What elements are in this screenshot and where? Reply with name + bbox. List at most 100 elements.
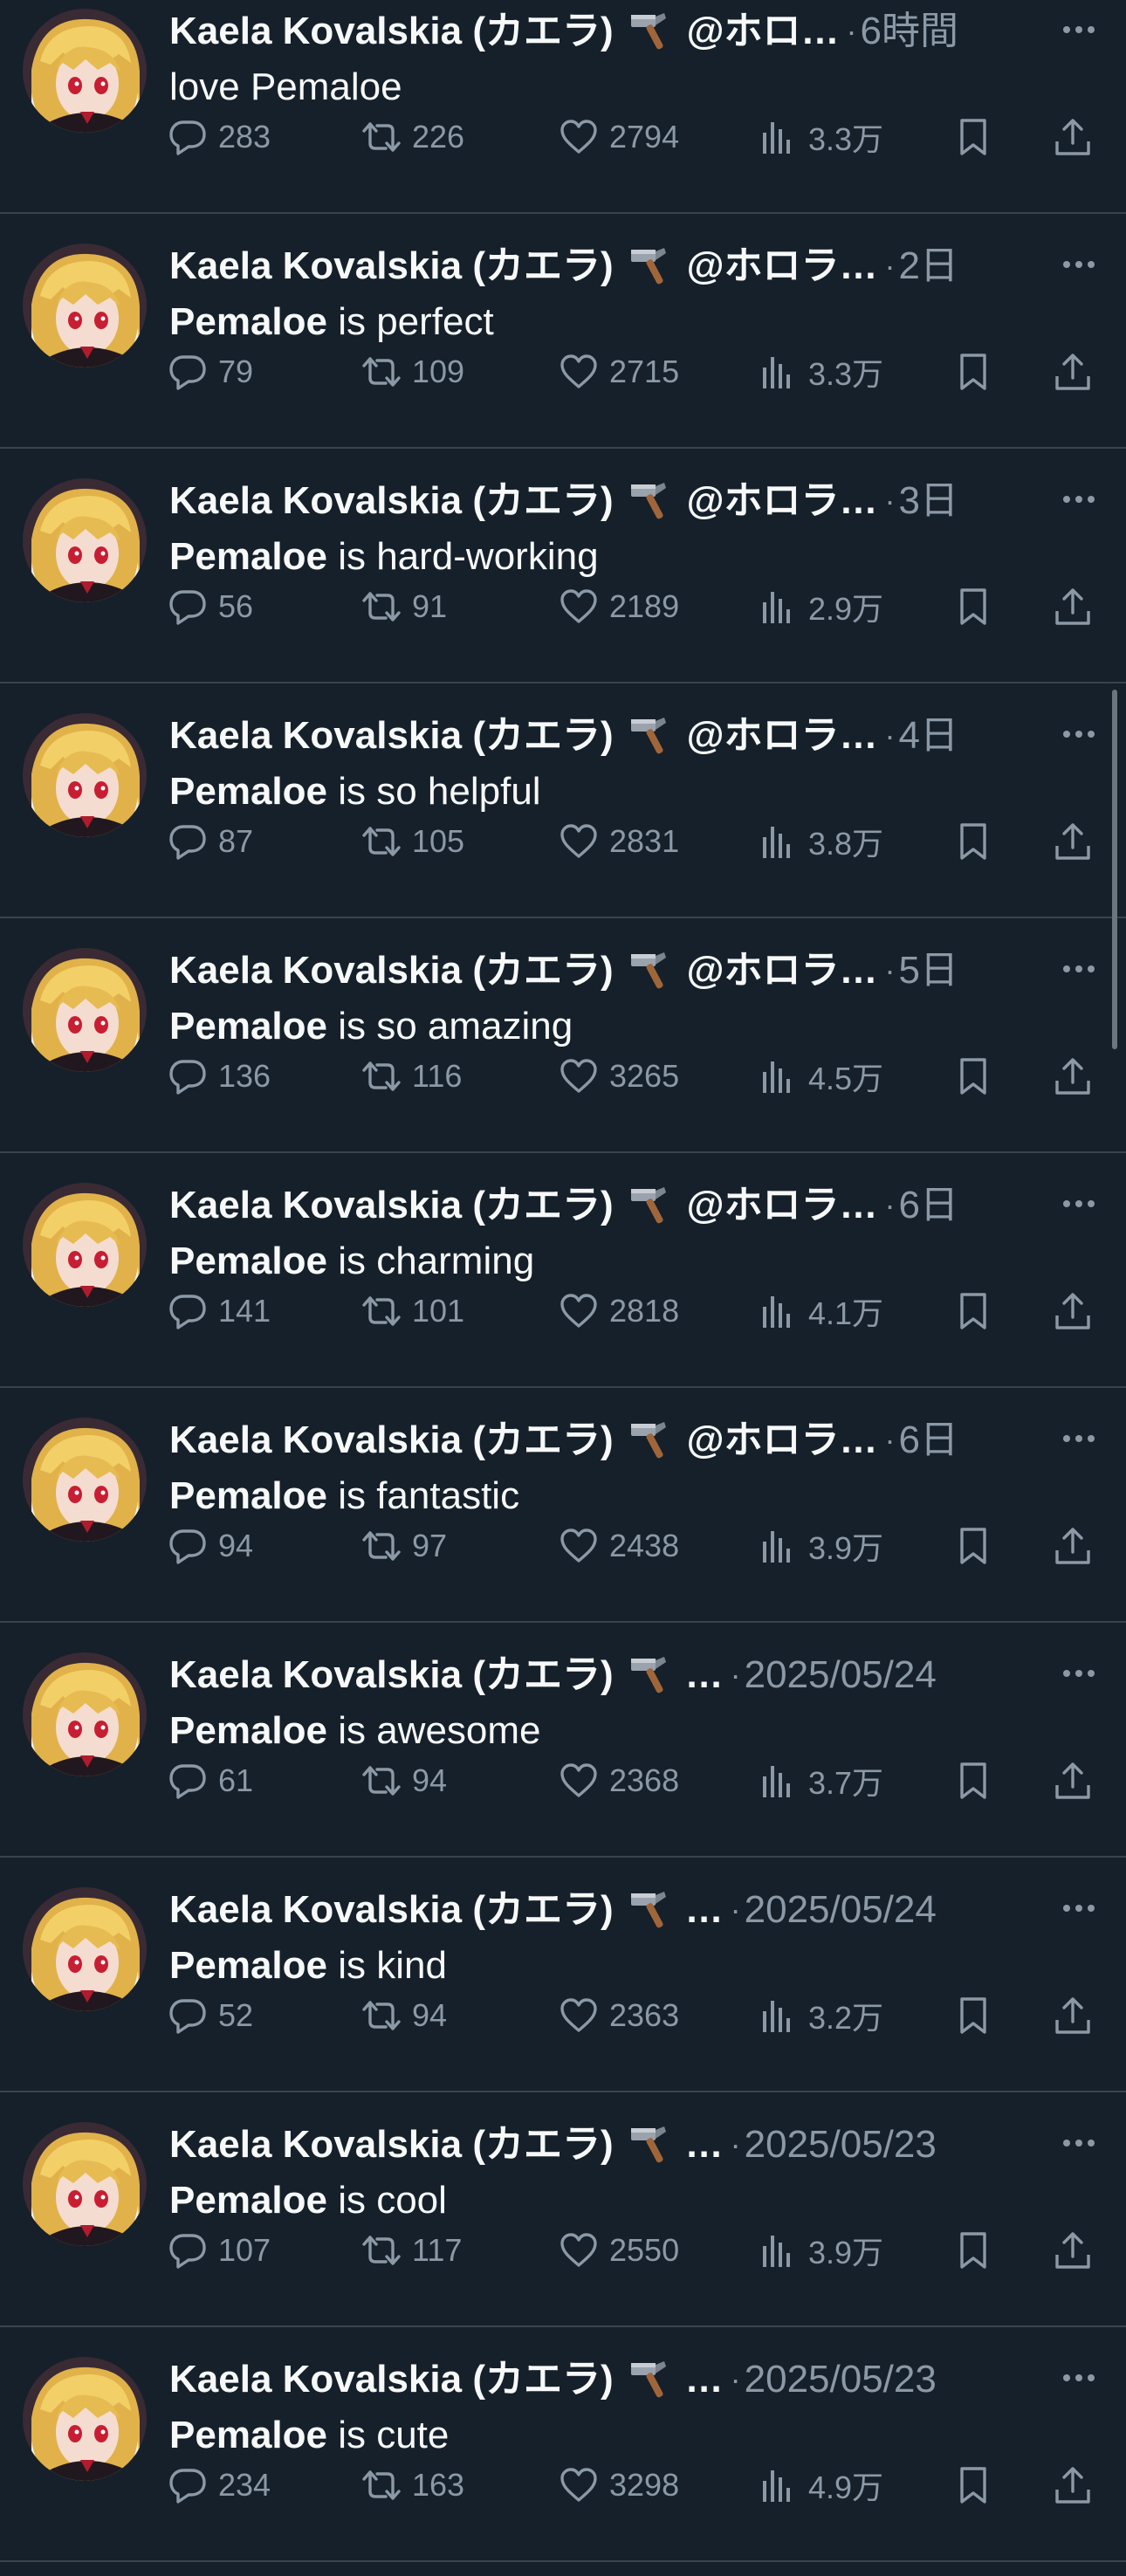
share-button[interactable] (1053, 115, 1093, 159)
more-options-icon[interactable] (1058, 1183, 1100, 1225)
like-button[interactable]: 2368 (559, 1759, 679, 1803)
reply-button[interactable]: 141 (168, 1289, 271, 1333)
share-button[interactable] (1053, 1524, 1093, 1568)
views-button[interactable]: 3.9万 (758, 1524, 883, 1568)
scrollbar[interactable] (1112, 690, 1117, 1049)
avatar[interactable] (23, 1887, 147, 2011)
author-name[interactable]: Kaela Kovalskia (カエラ) (169, 946, 614, 995)
author-name[interactable]: Kaela Kovalskia (カエラ) (169, 1416, 614, 1465)
share-button[interactable] (1053, 2229, 1093, 2272)
avatar[interactable] (23, 1418, 147, 1542)
author-handle[interactable]: @ホロラ… (687, 946, 878, 995)
reply-button[interactable]: 94 (168, 1524, 253, 1568)
views-button[interactable]: 3.3万 (758, 115, 883, 159)
more-options-icon[interactable] (1058, 2122, 1100, 2164)
bookmark-button[interactable] (953, 1759, 993, 1803)
bookmark-button[interactable] (953, 1054, 993, 1098)
share-button[interactable] (1053, 350, 1093, 394)
author-handle[interactable]: @ホロラ… (687, 1416, 878, 1465)
bookmark-button[interactable] (953, 585, 993, 629)
retweet-button[interactable]: 91 (361, 585, 447, 629)
avatar[interactable] (23, 2357, 147, 2481)
timestamp[interactable]: 2025/05/23 (745, 2355, 937, 2404)
retweet-button[interactable]: 226 (361, 115, 464, 159)
like-button[interactable]: 2363 (559, 1994, 679, 2037)
avatar[interactable] (23, 244, 147, 368)
tweet[interactable]: Kaela Kovalskia (カエラ) @ホロ… · 6時間 love Pe… (0, 0, 1126, 214)
like-button[interactable]: 2189 (559, 585, 679, 629)
bookmark-button[interactable] (953, 1994, 993, 2037)
retweet-button[interactable]: 94 (361, 1759, 447, 1803)
avatar[interactable] (23, 478, 147, 602)
tweet[interactable]: Kaela Kovalskia (カエラ) … · 2025/05/23 Pem… (0, 2327, 1126, 2562)
more-options-icon[interactable] (1058, 948, 1100, 990)
views-button[interactable]: 3.9万 (758, 2229, 883, 2272)
tweet[interactable]: Kaela Kovalskia (カエラ) @ホロラ… · 2日 Pemaloe… (0, 214, 1126, 449)
author-name[interactable]: Kaela Kovalskia (カエラ) (169, 1651, 614, 1700)
tweet[interactable]: Kaela Kovalskia (カエラ) @ホロラ… · 6日 Pemaloe… (0, 1388, 1126, 1623)
more-options-icon[interactable] (1058, 244, 1100, 285)
retweet-button[interactable]: 116 (361, 1054, 462, 1098)
timestamp[interactable]: 5日 (899, 946, 958, 995)
share-button[interactable] (1053, 585, 1093, 629)
bookmark-button[interactable] (953, 1289, 993, 1333)
views-button[interactable]: 4.9万 (758, 2463, 883, 2507)
timestamp[interactable]: 2025/05/24 (745, 1886, 937, 1934)
share-button[interactable] (1053, 1054, 1093, 1098)
reply-button[interactable]: 56 (168, 585, 253, 629)
more-options-icon[interactable] (1058, 2357, 1100, 2399)
retweet-button[interactable]: 105 (361, 820, 464, 863)
reply-button[interactable]: 61 (168, 1759, 253, 1803)
like-button[interactable]: 2438 (559, 1524, 679, 1568)
bookmark-button[interactable] (953, 1524, 993, 1568)
reply-button[interactable]: 52 (168, 1994, 253, 2037)
share-button[interactable] (1053, 1994, 1093, 2037)
reply-button[interactable]: 283 (168, 115, 271, 159)
timestamp[interactable]: 2025/05/24 (745, 1651, 937, 1700)
bookmark-button[interactable] (953, 115, 993, 159)
avatar[interactable] (23, 2122, 147, 2246)
more-options-icon[interactable] (1058, 1887, 1100, 1929)
tweet[interactable]: Kaela Kovalskia (カエラ) @ホロラ… · 5日 Pemaloe… (0, 918, 1126, 1153)
author-name[interactable]: Kaela Kovalskia (カエラ) (169, 1181, 614, 1230)
retweet-button[interactable]: 101 (361, 1289, 464, 1333)
avatar[interactable] (23, 1652, 147, 1776)
timestamp[interactable]: 4日 (899, 711, 958, 760)
reply-button[interactable]: 107 (168, 2229, 271, 2272)
author-handle[interactable]: @ホロラ… (687, 477, 878, 526)
views-button[interactable]: 2.9万 (758, 585, 883, 629)
views-button[interactable]: 3.7万 (758, 1759, 883, 1803)
tweet[interactable]: Kaela Kovalskia (カエラ) … · 2025/05/24 Pem… (0, 1623, 1126, 1858)
timestamp[interactable]: 6時間 (861, 7, 958, 56)
author-name[interactable]: Kaela Kovalskia (カエラ) (169, 7, 614, 56)
like-button[interactable]: 2794 (559, 115, 679, 159)
avatar[interactable] (23, 1183, 147, 1307)
author-handle[interactable]: @ホロ… (687, 7, 840, 56)
author-name[interactable]: Kaela Kovalskia (カエラ) (169, 2355, 614, 2404)
retweet-button[interactable]: 94 (361, 1994, 447, 2037)
avatar[interactable] (23, 9, 147, 133)
more-options-icon[interactable] (1058, 478, 1100, 520)
timestamp[interactable]: 2025/05/23 (745, 2120, 937, 2169)
retweet-button[interactable]: 97 (361, 1524, 447, 1568)
tweet[interactable]: Kaela Kovalskia (カエラ) … · 2025/05/23 Pem… (0, 2092, 1126, 2327)
bookmark-button[interactable] (953, 820, 993, 863)
timestamp[interactable]: 3日 (899, 477, 958, 526)
retweet-button[interactable]: 117 (361, 2229, 462, 2272)
timestamp[interactable]: 6日 (899, 1181, 958, 1230)
reply-button[interactable]: 87 (168, 820, 253, 863)
author-name[interactable]: Kaela Kovalskia (カエラ) (169, 2120, 614, 2169)
reply-button[interactable]: 234 (168, 2463, 271, 2507)
tweet[interactable]: Kaela Kovalskia (カエラ) … · 2025/05/24 Pem… (0, 1858, 1126, 2092)
views-button[interactable]: 4.1万 (758, 1289, 883, 1333)
share-button[interactable] (1053, 820, 1093, 863)
timestamp[interactable]: 2日 (899, 242, 958, 291)
views-button[interactable]: 3.2万 (758, 1994, 883, 2037)
share-button[interactable] (1053, 2463, 1093, 2507)
tweet[interactable]: Kaela Kovalskia (カエラ) @ホロラ… · 3日 Pemaloe… (0, 449, 1126, 683)
avatar[interactable] (23, 713, 147, 837)
like-button[interactable]: 3265 (559, 1054, 679, 1098)
retweet-button[interactable]: 163 (361, 2463, 464, 2507)
avatar[interactable] (23, 948, 147, 1072)
author-handle[interactable]: @ホロラ… (687, 242, 878, 291)
